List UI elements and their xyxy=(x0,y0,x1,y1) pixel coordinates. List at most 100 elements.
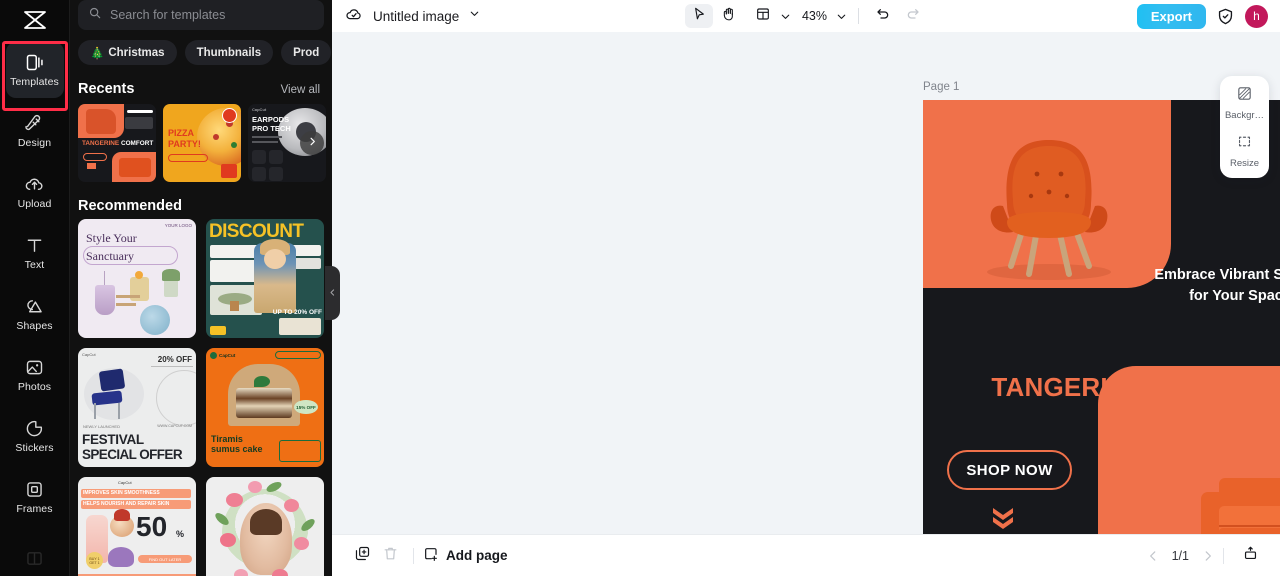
sidebar-item-photos[interactable]: Photos xyxy=(6,347,64,403)
recommended-header: Recommended xyxy=(70,182,332,219)
present-icon xyxy=(1242,545,1259,567)
layout-tool-button[interactable] xyxy=(749,4,777,28)
template-card-skincare[interactable]: CapCut IMPROVES SKIN SMOOTHNESS HELPS NO… xyxy=(78,477,196,576)
template-card-tiramis-cake[interactable]: CapCut 15% OFF Tiramis sumus cake xyxy=(206,348,324,467)
artboard-shop-now-button[interactable]: SHOP NOW xyxy=(947,450,1072,490)
panel-collapse-handle[interactable] xyxy=(325,266,340,320)
recent-template-pizza[interactable]: PIZZA PARTY! xyxy=(163,104,241,182)
chip-christmas[interactable]: 🎄 Christmas xyxy=(78,40,177,65)
resize-tool-label: Resize xyxy=(1229,158,1260,169)
template-big-number: 50 xyxy=(136,511,168,542)
recents-next-button[interactable] xyxy=(300,131,324,155)
add-page-label: Add page xyxy=(446,548,508,563)
frames-icon xyxy=(24,479,45,500)
undo-button[interactable] xyxy=(869,4,897,28)
double-chevron-down-icon xyxy=(990,504,1016,534)
template-brand: CapCut xyxy=(219,353,236,358)
redo-icon xyxy=(905,6,921,27)
chip-thumbnails[interactable]: Thumbnails xyxy=(184,40,274,65)
duplicate-icon xyxy=(354,545,371,567)
sidebar-item-stickers[interactable]: Stickers xyxy=(6,408,64,464)
select-tool-button[interactable] xyxy=(684,4,713,28)
search-input[interactable]: Search for templates xyxy=(78,0,324,30)
recommended-grid: YOUR LOGO Style Your Sanctuary DISCOUNT … xyxy=(70,219,332,576)
delete-page-button[interactable] xyxy=(376,543,404,569)
search-icon xyxy=(88,6,102,25)
prev-page-button[interactable] xyxy=(1146,549,1160,563)
sidebar-item-label: Shapes xyxy=(16,320,53,332)
recent-template-tangerine[interactable]: TANGERINE COMFORT xyxy=(78,104,156,182)
recents-carousel: TANGERINE COMFORT PIZZA PARTY! CapCut EA… xyxy=(70,104,332,182)
resize-tool-button[interactable]: Resize xyxy=(1220,133,1269,169)
export-button[interactable]: Export xyxy=(1136,3,1206,29)
recents-view-all-link[interactable]: View all xyxy=(281,84,320,96)
layout-dropdown-caret-icon[interactable] xyxy=(779,10,792,23)
christmas-tree-icon: 🎄 xyxy=(90,47,105,60)
design-icon xyxy=(24,113,45,134)
toolbar-divider xyxy=(858,8,860,24)
sidebar-item-text[interactable]: Text xyxy=(6,225,64,281)
hand-icon xyxy=(721,6,737,27)
sidebar-item-label: Frames xyxy=(16,503,53,515)
sidebar-item-shapes[interactable]: Shapes xyxy=(6,286,64,342)
bottom-toolbar: Add page 1/1 xyxy=(332,534,1280,576)
sidebar-items: Templates Design Upload Text Shapes Phot… xyxy=(0,38,69,576)
template-badge: BUY 1 GET 1 xyxy=(86,552,103,569)
page-label: Page 1 xyxy=(923,81,960,93)
canvas-area[interactable]: Page 1 Embrace Vibrant S for Your Spac T… xyxy=(332,32,1280,534)
bottombar-divider-2 xyxy=(1223,547,1224,564)
template-card-discount[interactable]: DISCOUNT UP TO 20% OFF xyxy=(206,219,324,338)
template-kicker: NEWLY LAUNCHED xyxy=(83,424,120,429)
undo-icon xyxy=(875,6,891,27)
avatar[interactable]: h xyxy=(1245,4,1268,28)
capcut-logo-icon[interactable] xyxy=(0,2,69,38)
next-page-button[interactable] xyxy=(1201,549,1215,563)
search-placeholder: Search for templates xyxy=(110,8,226,22)
photos-icon xyxy=(24,357,45,378)
background-tool-label: Backgr… xyxy=(1224,110,1265,121)
recents-title: Recents xyxy=(78,81,135,97)
chip-label: Prod xyxy=(293,46,320,59)
template-badge: 15% OFF xyxy=(294,400,318,414)
top-toolbar: Untitled image 43% Export h xyxy=(332,0,1280,32)
template-line1: Tiramis xyxy=(211,434,243,444)
template-percent: % xyxy=(176,529,185,539)
sidebar-item-upload[interactable]: Upload xyxy=(6,164,64,220)
layout-panels-icon xyxy=(755,6,771,27)
sidebar-item-label: Stickers xyxy=(15,442,54,454)
main-area: Untitled image 43% Export h Page 1 Embra… xyxy=(332,0,1280,576)
sidebar-item-templates[interactable]: Templates xyxy=(5,42,64,98)
artboard-tagline: Embrace Vibrant Seating for Your Space xyxy=(1154,267,1280,304)
sidebar-item-more[interactable] xyxy=(6,530,64,576)
background-tool-button[interactable]: Backgr… xyxy=(1220,85,1269,121)
template-badge: 20% OFF xyxy=(157,355,192,364)
shield-check-icon[interactable] xyxy=(1216,7,1235,26)
search-area: Search for templates xyxy=(70,0,332,30)
sidebar-item-label: Design xyxy=(17,137,52,149)
template-card-style-your-sanctuary[interactable]: YOUR LOGO Style Your Sanctuary xyxy=(78,219,196,338)
chip-products[interactable]: Prod xyxy=(281,40,332,65)
sidebar-item-frames[interactable]: Frames xyxy=(6,469,64,525)
template-line1: Style Your xyxy=(86,231,137,245)
page-navigation: 1/1 xyxy=(1146,543,1264,569)
template-card-festival-special-offer[interactable]: CapCut 20% OFF NEWLY LAUNCHED WWW.CAPCUT… xyxy=(78,348,196,467)
template-card-floral-portrait[interactable] xyxy=(206,477,324,576)
present-button[interactable] xyxy=(1236,543,1264,569)
chevron-down-icon[interactable] xyxy=(468,7,481,25)
chip-label: Christmas xyxy=(108,46,165,59)
hand-tool-button[interactable] xyxy=(715,4,743,28)
stickers-icon xyxy=(24,418,45,439)
template-line2: SPECIAL OFFER xyxy=(82,447,183,462)
template-url: WWW.CAPCUT.COM xyxy=(157,424,192,428)
document-name-group[interactable]: Untitled image xyxy=(344,4,481,29)
canvas-tools-floating-panel: Backgr… Resize xyxy=(1220,76,1269,178)
page-indicator: 1/1 xyxy=(1171,548,1189,563)
template-headline1: IMPROVES SKIN SMOOTHNESS xyxy=(83,490,160,496)
sidebar-item-design[interactable]: Design xyxy=(6,103,64,159)
templates-panel: Search for templates 🎄 Christmas Thumbna… xyxy=(70,0,332,576)
redo-button[interactable] xyxy=(899,4,927,28)
zoom-dropdown-caret-icon[interactable] xyxy=(835,10,848,23)
duplicate-page-button[interactable] xyxy=(348,543,376,569)
chevron-left-icon xyxy=(328,284,337,302)
add-page-button[interactable]: Add page xyxy=(423,546,508,565)
